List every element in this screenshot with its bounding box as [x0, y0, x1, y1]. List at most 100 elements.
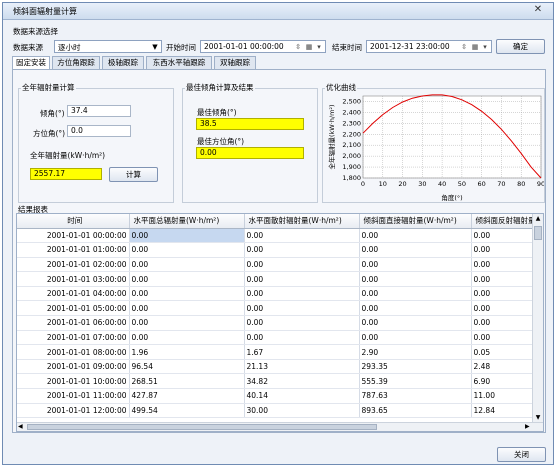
- table-row[interactable]: 2001-01-01 10:00:00 268.51 34.82 555.39 6.90: [17, 373, 537, 390]
- table-cell[interactable]: 2001-01-01 11:00:00: [17, 388, 130, 404]
- table-cell[interactable]: 0.00: [129, 300, 245, 317]
- table-cell[interactable]: 0.00: [471, 271, 537, 287]
- table-cell[interactable]: 1.67: [244, 344, 360, 360]
- table-cell[interactable]: 0.00: [244, 271, 360, 287]
- table-cell[interactable]: 2001-01-01 00:00:00: [17, 228, 130, 244]
- table-cell[interactable]: 499.54: [129, 403, 245, 419]
- hscroll-thumb[interactable]: [27, 424, 377, 430]
- table-cell[interactable]: 34.82: [244, 373, 360, 390]
- table-cell[interactable]: 2.48: [471, 359, 537, 375]
- table-cell[interactable]: 0.00: [244, 286, 360, 302]
- scroll-right-icon[interactable]: ▶: [525, 423, 533, 431]
- table-cell[interactable]: 2.90: [359, 344, 472, 360]
- table-cell[interactable]: 2001-01-01 06:00:00: [17, 315, 130, 331]
- table-cell[interactable]: 0.00: [359, 330, 472, 346]
- table-cell[interactable]: 2001-01-01 01:00:00: [17, 242, 130, 258]
- chevron-down-icon[interactable]: ▼: [150, 42, 160, 52]
- table-cell[interactable]: 0.00: [359, 286, 472, 302]
- table-cell[interactable]: 0.00: [471, 330, 537, 346]
- table-cell[interactable]: 0.00: [359, 257, 472, 273]
- horizontal-scrollbar[interactable]: ◀ ▶: [17, 422, 543, 431]
- close-icon[interactable]: ✕: [531, 4, 545, 17]
- start-time-picker[interactable]: 2001-01-01 00:00:00 ⇳ ▦ ▾: [200, 40, 326, 53]
- column-header-tilted-direct[interactable]: 倾斜面直接辐射量(W·h/m²): [359, 214, 472, 229]
- table-cell[interactable]: 6.90: [471, 373, 537, 390]
- table-cell[interactable]: 2001-01-01 10:00:00: [17, 373, 130, 390]
- calculate-button[interactable]: 计算: [109, 167, 158, 182]
- tab-dual-axis-tracking[interactable]: 双轴跟踪: [214, 56, 256, 69]
- scroll-left-icon[interactable]: ◀: [18, 423, 26, 431]
- table-row[interactable]: 2001-01-01 05:00:00 0.00 0.00 0.00 0.00: [17, 300, 537, 317]
- azimuth-input[interactable]: 0.0: [67, 125, 131, 137]
- table-cell[interactable]: 0.00: [359, 242, 472, 258]
- table-cell[interactable]: 0.00: [129, 286, 245, 302]
- calendar-icon[interactable]: ▦: [470, 42, 480, 52]
- table-cell[interactable]: 555.39: [359, 373, 472, 390]
- tab-polar-tracking[interactable]: 极轴跟踪: [102, 56, 144, 69]
- table-cell[interactable]: 0.00: [244, 242, 360, 258]
- table-cell[interactable]: 11.00: [471, 388, 537, 404]
- table-cell[interactable]: 0.00: [471, 228, 537, 244]
- table-row[interactable]: 2001-01-01 03:00:00 0.00 0.00 0.00 0.00: [17, 271, 537, 287]
- tab-ew-horizontal-tracking[interactable]: 东西水平轴跟踪: [146, 56, 212, 69]
- table-cell[interactable]: 893.65: [359, 403, 472, 419]
- table-cell[interactable]: 0.00: [359, 300, 472, 317]
- table-cell[interactable]: 12.84: [471, 403, 537, 419]
- source-select[interactable]: 逐小时 ▼: [54, 40, 162, 53]
- table-row[interactable]: 2001-01-01 02:00:00 0.00 0.00 0.00 0.00: [17, 257, 537, 273]
- table-cell[interactable]: 0.00: [244, 300, 360, 317]
- table-row[interactable]: 2001-01-01 04:00:00 0.00 0.00 0.00 0.00: [17, 286, 537, 302]
- table-cell[interactable]: 2001-01-01 12:00:00: [17, 403, 130, 419]
- column-header-time[interactable]: 时间: [17, 214, 130, 229]
- table-row[interactable]: 2001-01-01 06:00:00 0.00 0.00 0.00 0.00: [17, 315, 537, 331]
- table-cell[interactable]: 2001-01-01 04:00:00: [17, 286, 130, 302]
- vertical-scrollbar[interactable]: ▲ ▼: [532, 214, 543, 423]
- table-cell[interactable]: 293.35: [359, 359, 472, 375]
- table-cell[interactable]: 2001-01-01 07:00:00: [17, 330, 130, 346]
- table-row[interactable]: 2001-01-01 01:00:00 0.00 0.00 0.00 0.00: [17, 242, 537, 258]
- tab-fixed[interactable]: 固定安装: [12, 56, 50, 70]
- scroll-down-icon[interactable]: ▼: [534, 414, 542, 422]
- table-cell[interactable]: 0.00: [129, 315, 245, 331]
- table-cell[interactable]: 0.00: [471, 242, 537, 258]
- table-cell[interactable]: 0.00: [244, 257, 360, 273]
- end-time-picker[interactable]: 2001-12-31 23:00:00 ⇳ ▦ ▾: [366, 40, 492, 53]
- table-cell[interactable]: 0.00: [129, 257, 245, 273]
- table-cell[interactable]: 0.00: [129, 242, 245, 258]
- table-cell[interactable]: 0.00: [129, 271, 245, 287]
- table-cell[interactable]: 2001-01-01 03:00:00: [17, 271, 130, 287]
- table-row[interactable]: 2001-01-01 09:00:00 96.54 21.13 293.35 2.48: [17, 359, 537, 375]
- tab-azimuth-tracking[interactable]: 方位角跟踪: [52, 56, 100, 69]
- spin-icon[interactable]: ⇳: [293, 42, 303, 52]
- table-cell[interactable]: 0.00: [129, 228, 245, 244]
- chevron-down-icon[interactable]: ▾: [314, 42, 324, 52]
- table-cell[interactable]: 427.87: [129, 388, 245, 404]
- table-cell[interactable]: 0.00: [359, 228, 472, 244]
- tilt-input[interactable]: 37.4: [67, 105, 131, 117]
- table-cell[interactable]: 0.00: [359, 315, 472, 331]
- table-cell[interactable]: 0.00: [244, 330, 360, 346]
- table-row[interactable]: 2001-01-01 00:00:00 0.00 0.00 0.00 0.00: [17, 228, 537, 244]
- column-header-horizontal-diffuse[interactable]: 水平面散射辐射量(W·h/m²): [244, 214, 360, 229]
- scroll-up-icon[interactable]: ▲: [534, 215, 542, 223]
- table-cell[interactable]: 0.00: [471, 286, 537, 302]
- table-cell[interactable]: 0.00: [129, 330, 245, 346]
- table-cell[interactable]: 0.00: [359, 271, 472, 287]
- table-row[interactable]: 2001-01-01 08:00:00 1.96 1.67 2.90 0.05: [17, 344, 537, 360]
- close-button[interactable]: 关闭: [497, 447, 546, 462]
- table-cell[interactable]: 1.96: [129, 344, 245, 360]
- table-row[interactable]: 2001-01-01 12:00:00 499.54 30.00 893.65 12.8…: [17, 403, 537, 419]
- spin-icon[interactable]: ⇳: [459, 42, 469, 52]
- scroll-thumb[interactable]: [534, 226, 542, 240]
- table-cell[interactable]: 0.05: [471, 344, 537, 360]
- table-cell[interactable]: 0.00: [471, 257, 537, 273]
- table-cell[interactable]: 0.00: [244, 315, 360, 331]
- calendar-icon[interactable]: ▦: [304, 42, 314, 52]
- table-cell[interactable]: 96.54: [129, 359, 245, 375]
- column-header-tilted-reflected[interactable]: 倾斜面反射辐射量: [471, 214, 537, 229]
- table-cell[interactable]: 0.00: [244, 228, 360, 244]
- table-cell[interactable]: 0.00: [471, 315, 537, 331]
- table-cell[interactable]: 40.14: [244, 388, 360, 404]
- chevron-down-icon[interactable]: ▾: [480, 42, 490, 52]
- table-cell[interactable]: 2001-01-01 08:00:00: [17, 344, 130, 360]
